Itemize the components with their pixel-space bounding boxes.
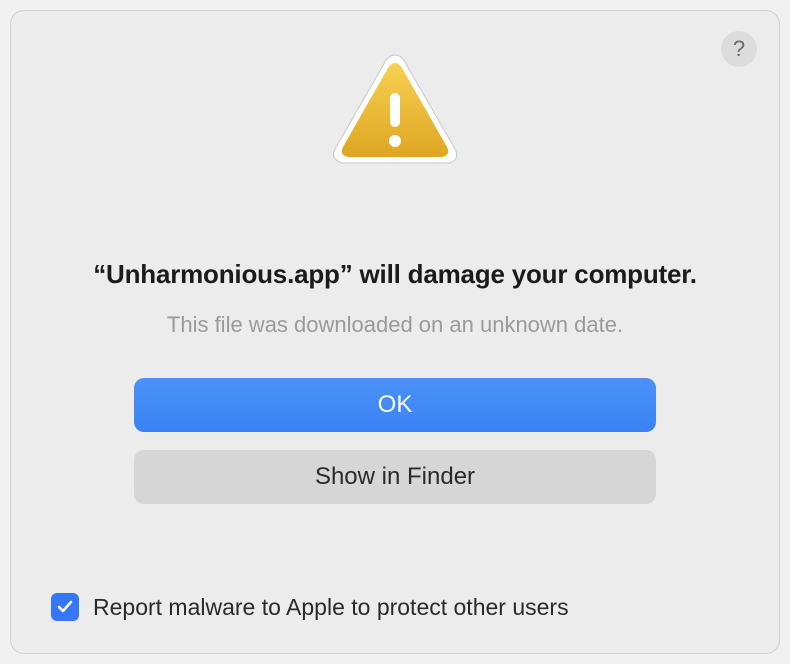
checkmark-icon xyxy=(56,598,74,616)
help-button[interactable]: ? xyxy=(721,31,757,67)
dialog-subtext: This file was downloaded on an unknown d… xyxy=(167,312,623,338)
dialog-heading: “Unharmonious.app” will damage your comp… xyxy=(93,259,697,290)
alert-dialog: ? “Unharmonious.app” will damage your co… xyxy=(10,10,780,654)
help-icon: ? xyxy=(733,36,745,62)
warning-icon xyxy=(330,51,460,169)
report-malware-label: Report malware to Apple to protect other… xyxy=(93,594,569,621)
report-malware-checkbox[interactable] xyxy=(51,593,79,621)
show-in-finder-button[interactable]: Show in Finder xyxy=(134,450,656,504)
report-malware-row: Report malware to Apple to protect other… xyxy=(51,593,569,621)
ok-button[interactable]: OK xyxy=(134,378,656,432)
